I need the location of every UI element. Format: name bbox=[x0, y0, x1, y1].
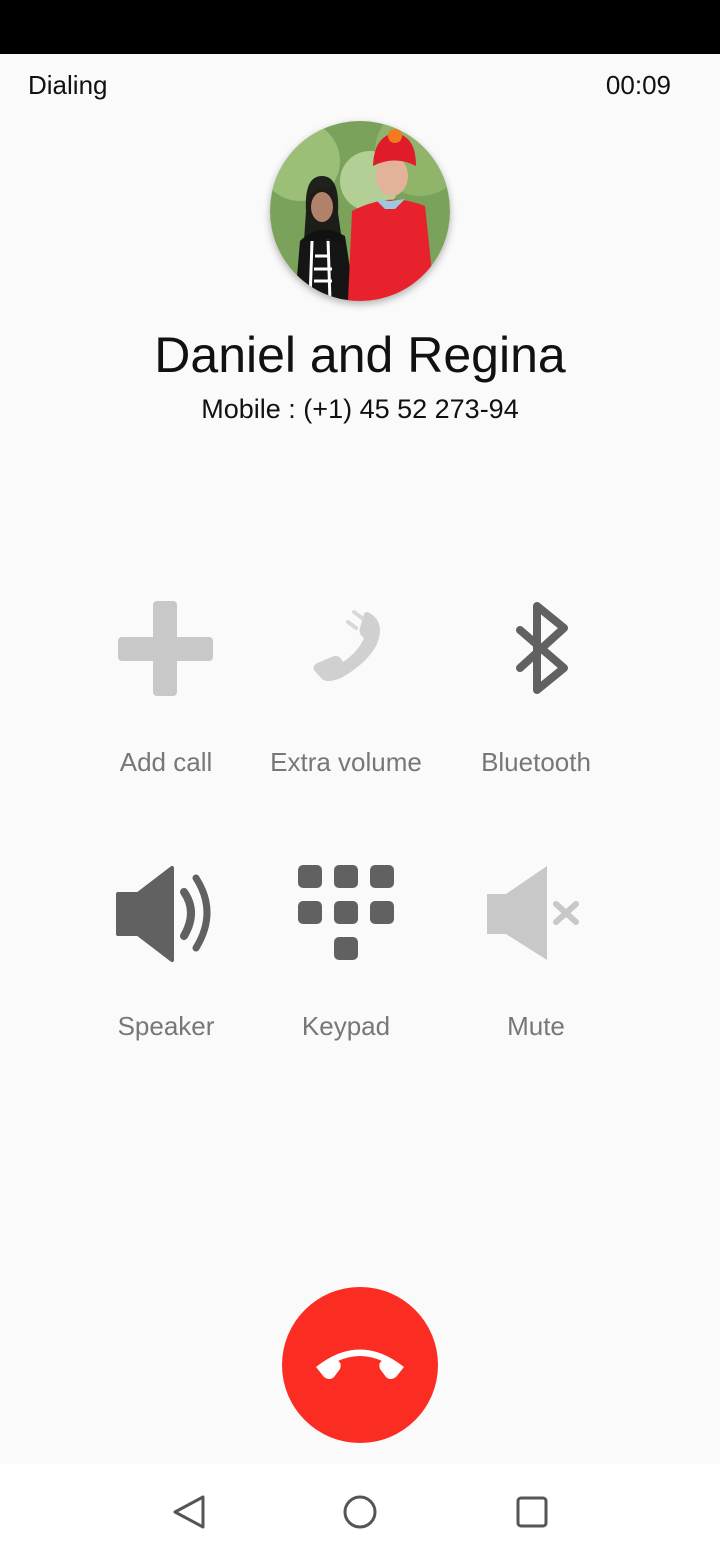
contact-number: Mobile : (+1) 45 52 273-94 bbox=[201, 394, 519, 424]
call-timer: 00:09 bbox=[605, 70, 671, 100]
extra-volume-label: Extra volume bbox=[270, 747, 422, 777]
back-button[interactable] bbox=[159, 1482, 219, 1542]
speaker-icon bbox=[116, 866, 211, 962]
call-header: Dialing 00:09 bbox=[0, 54, 720, 114]
extra-volume-button[interactable]: Extra volume bbox=[246, 600, 446, 800]
circle-home-icon bbox=[343, 1495, 377, 1529]
speaker-label: Speaker bbox=[117, 1011, 215, 1041]
contact-name: Daniel and Regina bbox=[154, 327, 566, 383]
home-button[interactable] bbox=[330, 1482, 390, 1542]
add-call-label: Add call bbox=[119, 747, 213, 777]
contact-avatar bbox=[270, 121, 450, 301]
triangle-back-icon bbox=[173, 1495, 205, 1529]
bluetooth-label: Bluetooth bbox=[481, 747, 591, 777]
add-call-button[interactable]: Add call bbox=[66, 600, 266, 800]
end-call-button[interactable] bbox=[282, 1287, 438, 1443]
navigation-bar bbox=[0, 1464, 720, 1560]
keypad-label: Keypad bbox=[301, 1011, 391, 1041]
bluetooth-icon bbox=[516, 602, 568, 694]
recents-button[interactable] bbox=[502, 1482, 562, 1542]
phone-volume-icon bbox=[313, 610, 380, 681]
add-icon bbox=[118, 601, 213, 696]
status-bar bbox=[0, 0, 720, 54]
speaker-button[interactable]: Speaker bbox=[66, 864, 266, 1064]
hang-up-icon bbox=[316, 1349, 404, 1379]
mute-label: Mute bbox=[507, 1011, 565, 1041]
keypad-icon bbox=[298, 865, 394, 960]
call-state: Dialing bbox=[28, 70, 108, 100]
square-recents-icon bbox=[516, 1496, 548, 1528]
keypad-button[interactable]: Keypad bbox=[246, 864, 446, 1064]
mute-button[interactable]: Mute bbox=[436, 864, 636, 1064]
mute-icon bbox=[487, 866, 579, 960]
bluetooth-button[interactable]: Bluetooth bbox=[436, 600, 636, 800]
